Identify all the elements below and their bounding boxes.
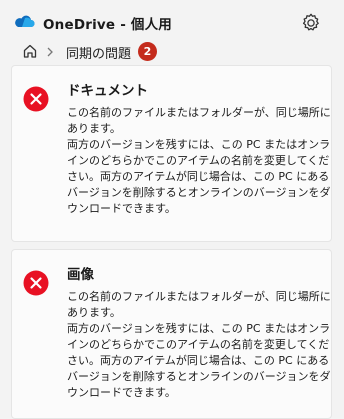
sync-issue-card[interactable]: 画像 この名前のファイルまたはフォルダーが、同じ場所にあります。 両方のバージョ… (11, 249, 332, 419)
error-icon (23, 86, 49, 112)
issue-title: 画像 (67, 267, 94, 283)
issue-title: ドキュメント (67, 83, 148, 99)
app-title: OneDrive - 個人用 (43, 17, 172, 33)
issue-message: この名前のファイルまたはフォルダーが、同じ場所にあります。 両方のバージョンを残… (67, 290, 331, 399)
issue-message: この名前のファイルまたはフォルダーが、同じ場所にあります。 両方のバージョンを残… (67, 106, 331, 215)
chevron-right-icon (47, 47, 53, 57)
cloud-icon (15, 15, 35, 27)
home-icon[interactable] (22, 43, 38, 59)
breadcrumb-current: 同期の問題 (66, 47, 132, 62)
sync-issue-card[interactable]: ドキュメント この名前のファイルまたはフォルダーが、同じ場所にあります。 両方の… (11, 65, 332, 242)
error-icon (23, 270, 49, 296)
gear-icon[interactable] (300, 12, 322, 34)
app-header: OneDrive - 個人用 (0, 0, 344, 40)
issue-count-badge: 2 (138, 42, 157, 61)
